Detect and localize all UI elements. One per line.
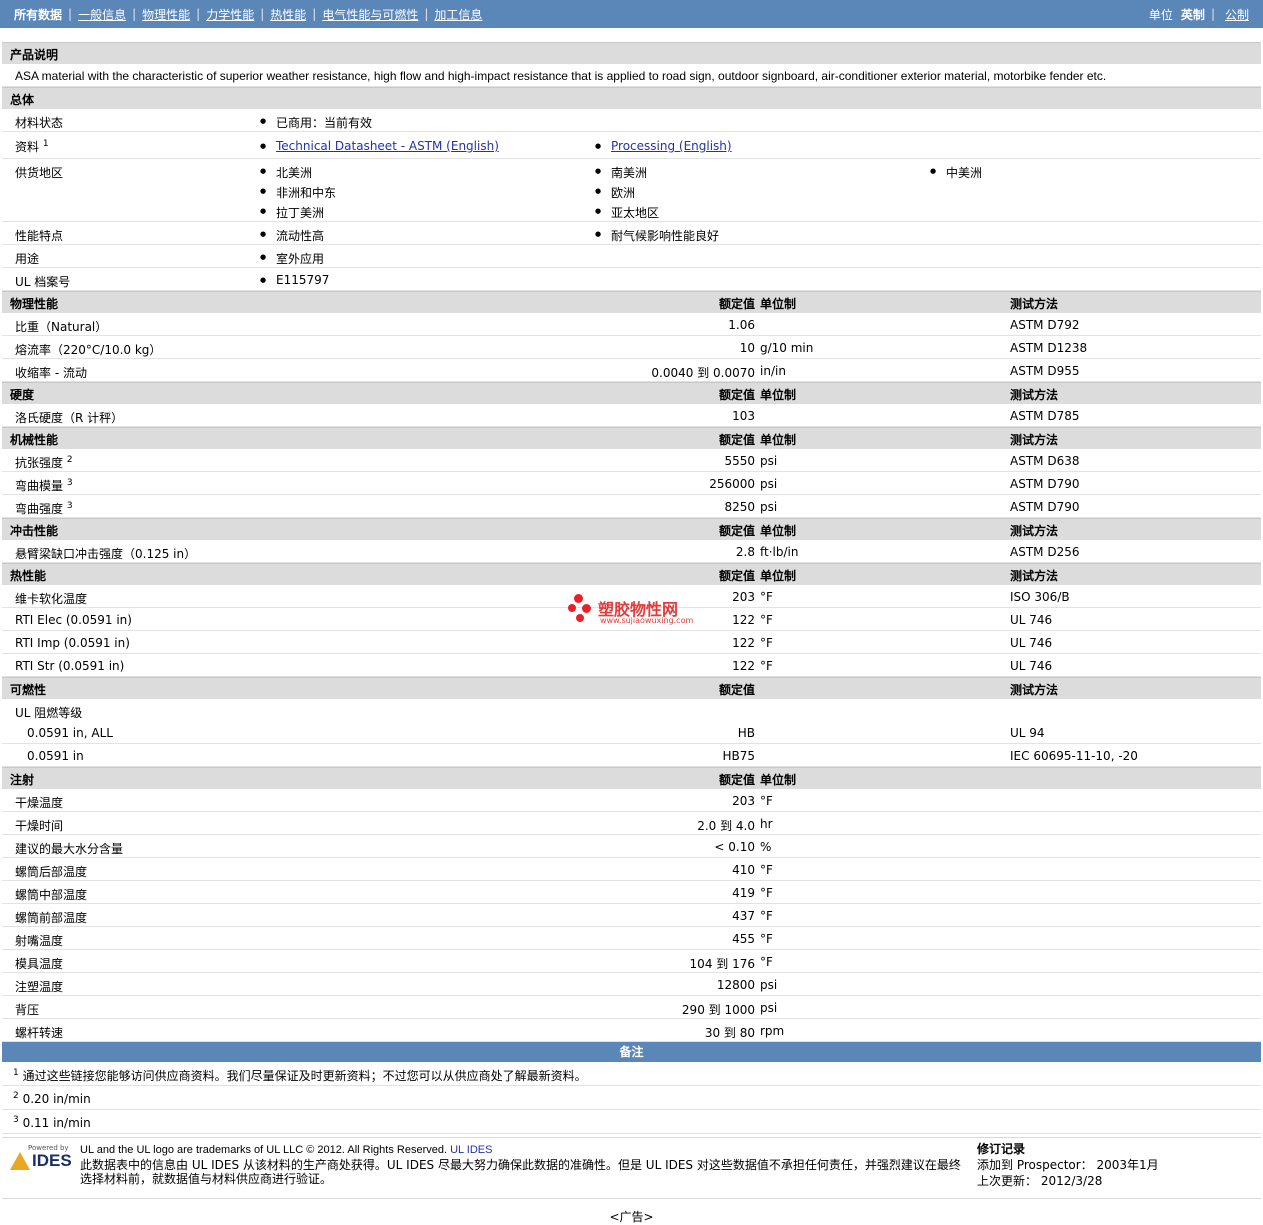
table-row: 注塑温度 12800 psi — [2, 973, 1261, 996]
table-row: 螺筒前部温度 437 °F — [2, 904, 1261, 927]
table-row: 射嘴温度 455 °F — [2, 927, 1261, 950]
row-features: 性能特点 流动性高 耐气候影响性能良好 — [2, 222, 1261, 245]
trademark-line: UL and the UL logo are trademarks of UL … — [80, 1144, 493, 1156]
unit-imperial: 英制 — [1180, 7, 1205, 22]
table-row: 0.0591 in, ALL HB UL 94 — [2, 721, 1261, 744]
product-description: ASA material with the characteristic of … — [2, 64, 1261, 87]
region-item: 亚太地区 — [595, 204, 659, 221]
table-row: 背压 290 到 1000 psi — [2, 996, 1261, 1019]
tech-datasheet-link[interactable]: Technical Datasheet - ASTM (English) — [276, 139, 499, 153]
row-uses: 用途 室外应用 — [2, 245, 1261, 268]
note-item: 3 0.11 in/min — [2, 1110, 1261, 1134]
table-row: UL 阻燃等级 — [15, 706, 83, 720]
section-general: 总体 — [2, 87, 1261, 109]
datasheet: 产品说明 ASA material with the characteristi… — [2, 42, 1261, 1134]
feature-item: 耐气候影响性能良好 — [595, 227, 719, 244]
doc-item: Processing (English) — [595, 139, 732, 153]
units-label: 单位 — [1148, 7, 1173, 22]
table-row: 抗张强度 2 5550 psi ASTM D638 — [2, 449, 1261, 472]
table-row: 洛氏硬度（R 计秤） 103 ASTM D785 — [2, 404, 1261, 427]
section-physical: 物理性能 额定值 单位制 测试方法 — [2, 291, 1261, 313]
ides-logo: Powered by IDES — [8, 1144, 74, 1170]
ul-file-value: E115797 — [260, 273, 329, 287]
tab-thermal[interactable]: 热性能 — [264, 6, 312, 23]
region-item: 北美洲 — [260, 164, 312, 181]
ul-ides-link[interactable]: UL IDES — [450, 1144, 492, 1156]
row-supply-regions: 供货地区 北美洲 南美洲 中美洲 非洲和中东 欧洲 拉丁美洲 亚太地区 — [2, 159, 1261, 222]
processing-link[interactable]: Processing (English) — [611, 139, 732, 153]
table-row: RTI Imp (0.0591 in) 122 °F UL 746 — [2, 631, 1261, 654]
ad-label: <广告> — [609, 1210, 654, 1224]
table-row: RTI Str (0.0591 in) 122 °F UL 746 — [2, 654, 1261, 677]
revision-history: 修订记录 添加到 Prospector： 2003年1月 上次更新： 2012/… — [977, 1142, 1159, 1188]
doc-item: Technical Datasheet - ASTM (English) — [260, 139, 499, 153]
region-item: 欧洲 — [595, 184, 635, 201]
row-documents: 资料 1 Technical Datasheet - ASTM (English… — [2, 132, 1261, 159]
table-row: 模具温度 104 到 176 °F — [2, 950, 1261, 973]
section-injection: 注射 额定值 单位制 — [2, 767, 1261, 789]
region-item: 拉丁美洲 — [260, 204, 324, 221]
table-row: 熔流率（220°C/10.0 kg） 10 g/10 min ASTM D1238 — [2, 336, 1261, 359]
note-item: 2 0.20 in/min — [2, 1086, 1261, 1110]
use-item: 室外应用 — [260, 250, 324, 267]
category-tabs: 所有数据 | 一般信息 | 物理性能 | 力学性能 | 热性能 | 电气性能与可燃性 | 加… — [8, 5, 488, 23]
tab-processing[interactable]: 加工信息 — [428, 6, 488, 23]
watermark-url: www.sujiaowuxing.com — [600, 616, 694, 625]
tab-physical[interactable]: 物理性能 — [136, 6, 196, 23]
ides-logo-icon — [10, 1152, 30, 1170]
region-item: 南美洲 — [595, 164, 647, 181]
table-row: 悬臂梁缺口冲击强度（0.125 in） 2.8 ft·lb/in ASTM D256 — [2, 540, 1261, 563]
table-row: 螺筒后部温度 410 °F — [2, 858, 1261, 881]
table-row: 弯曲强度 3 8250 psi ASTM D790 — [2, 495, 1261, 518]
table-row: 干燥温度 203 °F — [2, 789, 1261, 812]
section-thermal: 热性能 额定值 单位制 测试方法 — [2, 563, 1261, 585]
note-item: 1 通过这些链接您能够访问供应商资料。我们尽量保证及时更新资料；不过您可以从供应… — [2, 1062, 1261, 1086]
section-impact: 冲击性能 额定值 单位制 测试方法 — [2, 518, 1261, 540]
table-row: 0.0591 in HB75 IEC 60695-11-10, -20 — [2, 744, 1261, 767]
table-row: 比重（Natural） 1.06 ASTM D792 — [2, 313, 1261, 336]
table-row: 弯曲模量 3 256000 psi ASTM D790 — [2, 472, 1261, 495]
footer: Powered by IDES UL and the UL logo are t… — [2, 1137, 1261, 1199]
tab-all-data[interactable]: 所有数据 — [8, 6, 68, 23]
table-row: 螺筒中部温度 419 °F — [2, 881, 1261, 904]
feature-item: 流动性高 — [260, 227, 324, 244]
tab-general-info[interactable]: 一般信息 — [72, 6, 132, 23]
tab-electrical-flammability[interactable]: 电气性能与可燃性 — [316, 6, 424, 23]
section-hardness: 硬度 额定值 单位制 测试方法 — [2, 382, 1261, 404]
region-item: 非洲和中东 — [260, 184, 336, 201]
table-row: 建议的最大水分含量 < 0.10% — [2, 835, 1261, 858]
region-item: 中美洲 — [930, 164, 982, 181]
table-row: 干燥时间 2.0 到 4.0 hr — [2, 812, 1261, 835]
table-row: 收缩率 - 流动 0.0040 到 0.0070 in/in ASTM D955 — [2, 359, 1261, 382]
disclaimer: 此数据表中的信息由 UL IDES 从该材料的生产商处获得。UL IDES 尽最… — [80, 1158, 961, 1186]
section-product-description: 产品说明 — [2, 42, 1261, 64]
table-row: 螺杆转速 30 到 80 rpm — [2, 1019, 1261, 1042]
section-flammability: 可燃性 额定值 测试方法 — [2, 677, 1261, 699]
watermark-logo: 塑胶物性网 www.sujiaowuxing.com — [568, 594, 698, 628]
unit-metric-link[interactable]: 公制 — [1219, 6, 1255, 23]
top-nav-bar: 所有数据 | 一般信息 | 物理性能 | 力学性能 | 热性能 | 电气性能与可燃性 | 加… — [0, 0, 1263, 28]
row-material-status: 材料状态 已商用：当前有效 — [2, 109, 1261, 132]
notes-header: 备注 — [2, 1042, 1261, 1062]
section-mechanical: 机械性能 额定值 单位制 测试方法 — [2, 427, 1261, 449]
unit-switcher: 单位 英制 | 公制 — [1149, 5, 1255, 23]
status-value: 已商用：当前有效 — [260, 114, 372, 131]
row-ul-file: UL 档案号 E115797 — [2, 268, 1261, 291]
tab-mechanical[interactable]: 力学性能 — [200, 6, 260, 23]
